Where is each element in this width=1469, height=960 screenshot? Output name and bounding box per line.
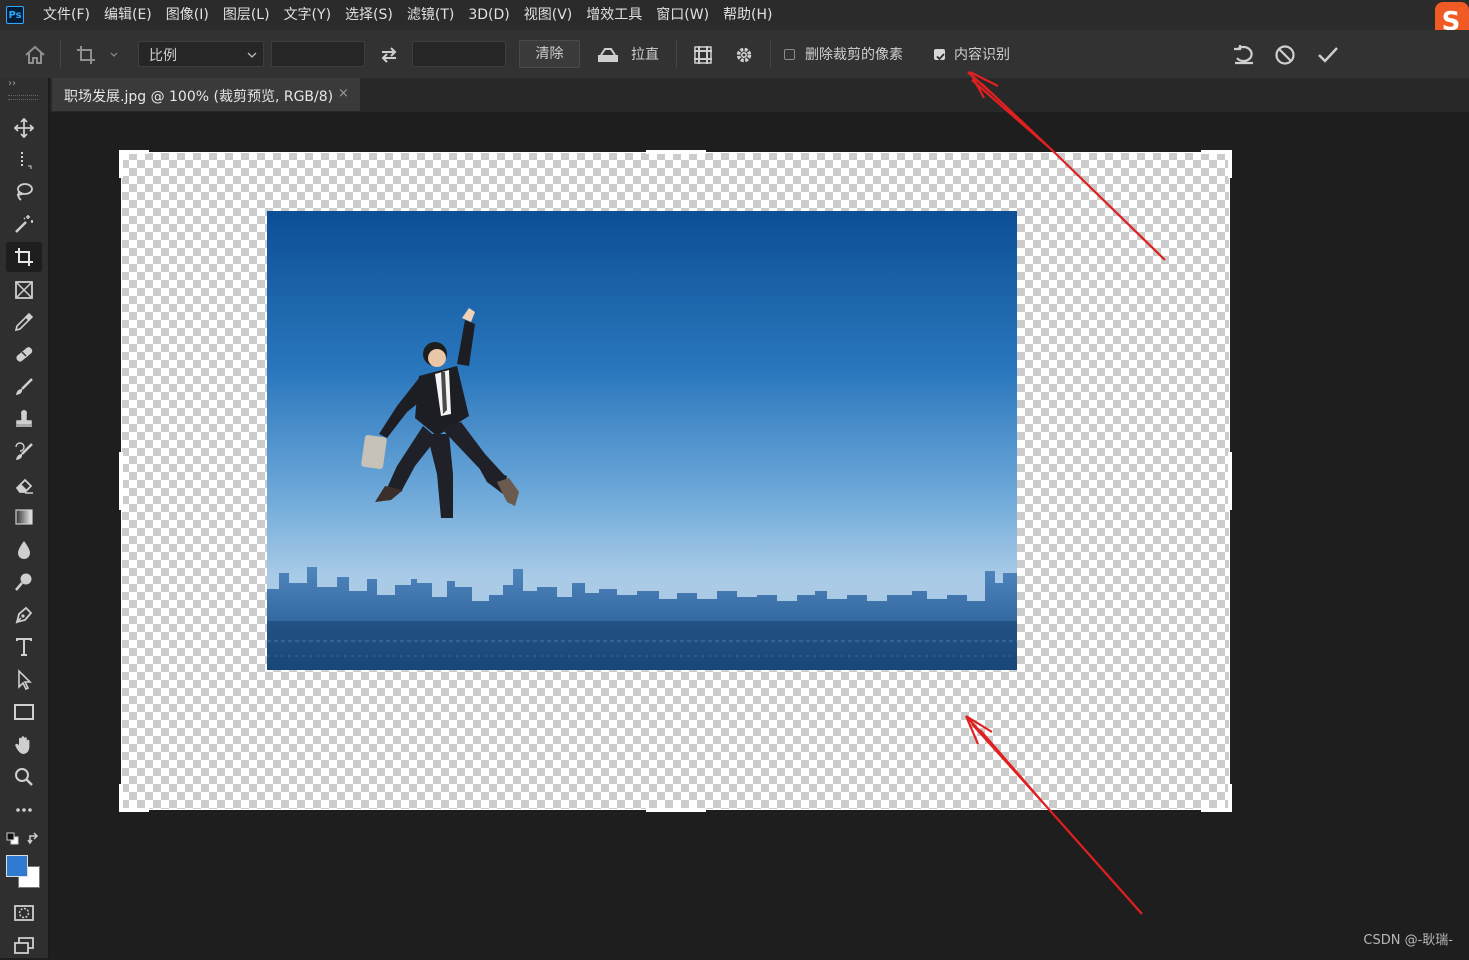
ratio-select-label: 比例: [149, 48, 177, 64]
cancel-icon[interactable]: [1270, 41, 1300, 69]
crop-handle-left[interactable]: [119, 452, 123, 510]
crop-tool-icon[interactable]: [6, 242, 42, 272]
default-colors-icon[interactable]: [6, 832, 20, 846]
panel-grip[interactable]: [8, 95, 38, 100]
dodge-tool-icon[interactable]: [6, 567, 42, 597]
more-tools-icon[interactable]: [6, 795, 42, 825]
hand-tool-icon[interactable]: [6, 730, 42, 760]
height-field[interactable]: [412, 41, 506, 67]
grid-overlay-icon[interactable]: [689, 42, 717, 68]
collapse-panel-icon[interactable]: ››: [8, 78, 16, 89]
blur-tool-icon[interactable]: [6, 535, 42, 565]
healing-brush-tool-icon[interactable]: [6, 339, 42, 369]
document-tab[interactable]: 职场发展.jpg @ 100% (裁剪预览, RGB/8) ×: [52, 78, 360, 111]
crop-handle-bottom[interactable]: [646, 808, 706, 812]
move-tool-icon[interactable]: [6, 113, 42, 143]
menu-list: 文件(F) 编辑(E) 图像(I) 图层(L) 文字(Y) 选择(S) 滤镜(T…: [36, 0, 780, 30]
reset-icon[interactable]: [1229, 41, 1259, 69]
content-aware-label[interactable]: 内容识别: [954, 44, 1010, 64]
crop-handle-bottom-left-v[interactable]: [119, 784, 123, 812]
quick-mask-icon[interactable]: [6, 898, 42, 928]
gear-icon[interactable]: [730, 42, 758, 68]
brush-tool-icon[interactable]: [6, 372, 42, 402]
crop-handle-top-left[interactable]: [119, 150, 149, 154]
menu-view[interactable]: 视图(V): [517, 0, 580, 30]
menu-filter[interactable]: 滤镜(T): [400, 0, 461, 30]
checkmark-icon: [936, 53, 945, 61]
delete-cropped-pixels-label[interactable]: 删除裁剪的像素: [805, 44, 903, 64]
clear-button[interactable]: 清除: [519, 40, 580, 68]
crop-handle-top-right-v[interactable]: [1228, 150, 1232, 178]
marquee-tool-icon[interactable]: [6, 145, 42, 175]
menu-plugins[interactable]: 增效工具: [579, 0, 649, 30]
straighten-icon[interactable]: [594, 42, 622, 68]
pen-tool-icon[interactable]: [6, 600, 42, 630]
menu-type[interactable]: 文字(Y): [277, 0, 338, 30]
path-selection-tool-icon[interactable]: [6, 665, 42, 695]
history-brush-tool-icon[interactable]: [6, 437, 42, 467]
rectangle-tool-icon[interactable]: [6, 697, 42, 727]
menu-select[interactable]: 选择(S): [338, 0, 400, 30]
menu-3d[interactable]: 3D(D): [461, 0, 516, 30]
gradient-tool-icon[interactable]: [6, 502, 42, 532]
zoom-tool-icon[interactable]: [6, 762, 42, 792]
foreground-color-swatch[interactable]: [6, 855, 28, 877]
crop-handle-bottom-right-v[interactable]: [1228, 784, 1232, 812]
menu-window[interactable]: 窗口(W): [649, 0, 716, 30]
clone-stamp-tool-icon[interactable]: [6, 404, 42, 434]
magic-wand-tool-icon[interactable]: [6, 209, 42, 239]
chevron-down-icon: [247, 52, 257, 58]
home-icon[interactable]: [20, 42, 50, 68]
menu-bar: Ps 文件(F) 编辑(E) 图像(I) 图层(L) 文字(Y) 选择(S) 滤…: [0, 0, 1469, 38]
crop-preset-icon[interactable]: [72, 42, 122, 68]
close-icon[interactable]: ×: [338, 86, 349, 101]
screen-mode-icon[interactable]: [6, 930, 42, 960]
crop-box[interactable]: [121, 152, 1230, 810]
eyedropper-tool-icon[interactable]: [6, 307, 42, 337]
type-tool-icon[interactable]: [6, 632, 42, 662]
swap-colors-icon[interactable]: [27, 832, 41, 846]
menu-layer[interactable]: 图层(L): [216, 0, 277, 30]
photoshop-logo: Ps: [6, 6, 24, 24]
document-tab-title: 职场发展.jpg @ 100% (裁剪预览, RGB/8): [64, 89, 334, 105]
options-bar: 比例 清除 拉直 删除裁剪的像素 内容识别: [0, 30, 1469, 79]
menu-help[interactable]: 帮助(H): [716, 0, 779, 30]
eraser-tool-icon[interactable]: [6, 470, 42, 500]
swap-icon[interactable]: [375, 42, 403, 68]
menu-image[interactable]: 图像(I): [159, 0, 216, 30]
crop-handle-top-left-v[interactable]: [119, 150, 123, 178]
ratio-select[interactable]: 比例: [138, 41, 264, 67]
crop-handle-bottom-left[interactable]: [119, 808, 149, 812]
delete-cropped-pixels-checkbox[interactable]: [784, 49, 795, 60]
lasso-tool-icon[interactable]: [6, 177, 42, 207]
frame-tool-icon[interactable]: [6, 275, 42, 305]
menu-edit[interactable]: 编辑(E): [97, 0, 159, 30]
content-aware-checkbox[interactable]: [934, 49, 945, 61]
crop-handle-top[interactable]: [646, 150, 706, 154]
crop-handle-right[interactable]: [1228, 452, 1232, 510]
width-field[interactable]: [271, 41, 365, 67]
straighten-label[interactable]: 拉直: [631, 44, 659, 64]
menu-file[interactable]: 文件(F): [36, 0, 97, 30]
commit-check-icon[interactable]: [1313, 41, 1343, 69]
watermark-text: CSDN @-耿瑞-: [1363, 933, 1453, 948]
